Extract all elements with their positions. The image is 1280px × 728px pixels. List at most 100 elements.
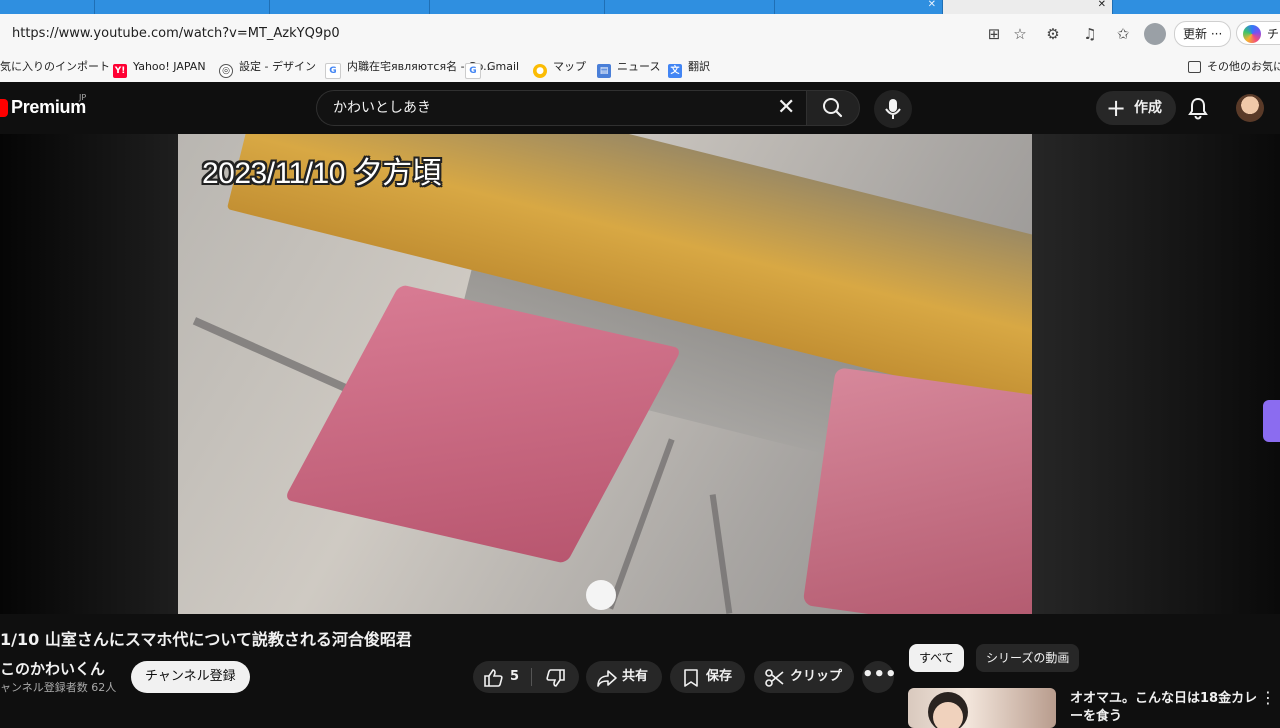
save-label: 保存: [706, 669, 733, 684]
share-label: 共有: [622, 669, 649, 684]
bookmark-label: 設定 - デザイン: [239, 60, 316, 73]
bookmark-news[interactable]: ▤ ニュース: [597, 58, 661, 78]
maps-pin-icon: ●: [533, 64, 547, 78]
youtube-premium-logo[interactable]: Premium JP: [0, 93, 86, 119]
browser-profile-avatar[interactable]: [1144, 23, 1166, 45]
ambient-glow-right: [1032, 134, 1280, 614]
youtube-play-logo-icon: [0, 98, 8, 117]
logo-text: Premium: [11, 97, 86, 117]
video-frame-ball: [586, 580, 616, 610]
browser-tab[interactable]: [270, 0, 430, 14]
bookmark-other-favorites[interactable]: その他のお気に入: [1188, 58, 1280, 76]
bookmark-label: Yahoo! JAPAN: [133, 60, 206, 73]
google-icon: G: [465, 63, 481, 79]
google-icon: G: [325, 63, 341, 79]
thumbnail-face-skin: [933, 702, 963, 728]
media-control-icon[interactable]: ♫: [1078, 22, 1102, 46]
more-dots-icon: ···: [1210, 27, 1223, 41]
share-arrow-icon: [597, 670, 617, 687]
search-input[interactable]: かわいとしあき ✕: [316, 90, 806, 126]
account-avatar[interactable]: [1236, 94, 1264, 122]
url-field[interactable]: https://www.youtube.com/watch?v=MT_AzkYQ…: [0, 22, 975, 46]
app-available-icon[interactable]: ⊞: [982, 22, 1006, 46]
extension-side-tab[interactable]: [1263, 400, 1280, 442]
bookmark-label: ニュース: [617, 60, 661, 73]
bookmark-maps[interactable]: ● マップ: [533, 58, 586, 78]
bookmark-settings-design[interactable]: ◎ 設定 - デザイン: [219, 58, 316, 78]
scissors-icon: [765, 669, 784, 687]
recommendation-thumbnail[interactable]: [908, 688, 1056, 728]
bookmark-import-favorites[interactable]: 気に入りのインポート: [0, 58, 110, 76]
dislike-button[interactable]: [532, 661, 579, 693]
bookmark-label: Gmail: [487, 60, 520, 73]
chip-series-videos[interactable]: シリーズの動画: [976, 644, 1080, 672]
bookmark-label: マップ: [553, 60, 586, 73]
video-title: 1/10 山室さんにスマホ代について説教される河合俊昭君: [0, 630, 412, 649]
subscribe-button[interactable]: チャンネル登録: [131, 661, 250, 693]
address-bar-row: https://www.youtube.com/watch?v=MT_AzkYQ…: [0, 14, 1280, 53]
bookmark-label: 気に入りのインポート: [0, 60, 110, 73]
browser-update-button[interactable]: 更新 ···: [1174, 21, 1232, 47]
translate-icon: 文: [668, 64, 682, 78]
search-button[interactable]: [806, 90, 860, 126]
clip-label: クリップ: [790, 669, 843, 684]
news-icon: ▤: [597, 64, 611, 78]
save-button[interactable]: 保存: [670, 661, 745, 693]
notifications-bell-icon[interactable]: [1184, 94, 1212, 122]
clip-button[interactable]: クリップ: [754, 661, 854, 693]
favorite-star-icon[interactable]: ☆: [1008, 22, 1032, 46]
share-button[interactable]: 共有: [586, 661, 662, 693]
browser-tab[interactable]: [430, 0, 605, 14]
subscriber-count: ャンネル登録者数 62人: [0, 681, 117, 694]
logo-region-label: JP: [79, 93, 87, 102]
bookmark-translate[interactable]: 文翻訳: [668, 58, 710, 78]
video-frame-chair-seat: [802, 367, 1032, 614]
copilot-button[interactable]: チャ: [1236, 21, 1280, 45]
recommendation-more-icon[interactable]: ⋮: [1260, 688, 1276, 707]
microphone-icon: [885, 99, 901, 119]
bookmark-icon: [684, 669, 698, 687]
yahoo-icon: Y!: [113, 64, 127, 78]
plus-icon: +: [1106, 94, 1127, 122]
browser-tab[interactable]: ✕: [775, 0, 943, 14]
bookmark-label: 翻訳: [688, 60, 710, 73]
copilot-label: チャ: [1267, 27, 1280, 41]
thumbs-down-icon: [546, 669, 565, 687]
browser-tab[interactable]: [95, 0, 270, 14]
browser-tab-active[interactable]: ✕: [943, 0, 1113, 14]
tab-close-icon[interactable]: ✕: [928, 0, 936, 10]
folder-icon: [1188, 61, 1201, 73]
video-player[interactable]: 2023/11/10 夕方頃: [178, 134, 1032, 614]
search-icon: [823, 98, 843, 118]
globe-icon: ◎: [219, 64, 233, 78]
copilot-icon: [1243, 25, 1261, 43]
chip-label: シリーズの動画: [986, 651, 1070, 665]
voice-search-button[interactable]: [874, 90, 912, 128]
extensions-icon[interactable]: ⚙: [1041, 22, 1065, 46]
more-horizontal-icon: •••: [862, 664, 897, 685]
create-button[interactable]: + 作成: [1096, 91, 1176, 125]
channel-name[interactable]: このかわいくん: [0, 658, 105, 679]
thumbs-up-icon: [484, 669, 503, 687]
bookmarks-bar: 気に入りのインポート Y! Yahoo! JAPAN ◎ 設定 - デザイン G 内職…: [0, 52, 1280, 83]
create-label: 作成: [1134, 100, 1162, 116]
bookmark-gmail[interactable]: G Gmail: [465, 58, 520, 79]
ambient-glow-left: [0, 134, 178, 614]
browser-tab[interactable]: [0, 0, 95, 14]
browser-tab-strip: ✕ ✕: [0, 0, 1280, 14]
bookmark-yahoo[interactable]: Y! Yahoo! JAPAN: [113, 58, 206, 78]
like-button[interactable]: 5: [473, 661, 531, 693]
like-count: 5: [510, 669, 520, 684]
chip-all[interactable]: すべて: [909, 644, 964, 672]
recommendation-title[interactable]: オオマユ。こんな日は18金カレーを食う: [1070, 690, 1260, 726]
tab-close-icon[interactable]: ✕: [1098, 0, 1106, 10]
youtube-masthead: Premium JP かわいとしあき ✕ + 作成: [0, 82, 1280, 134]
update-label: 更新: [1183, 27, 1208, 41]
clear-search-icon[interactable]: ✕: [777, 91, 795, 125]
browser-tab[interactable]: [605, 0, 775, 14]
bookmark-label: その他のお気に入: [1207, 60, 1280, 73]
more-actions-button[interactable]: •••: [862, 661, 897, 693]
favorites-icon[interactable]: ✩: [1111, 22, 1135, 46]
video-caption-overlay: 2023/11/10 夕方頃: [202, 157, 442, 190]
search-query-text: かわいとしあき: [333, 100, 431, 116]
